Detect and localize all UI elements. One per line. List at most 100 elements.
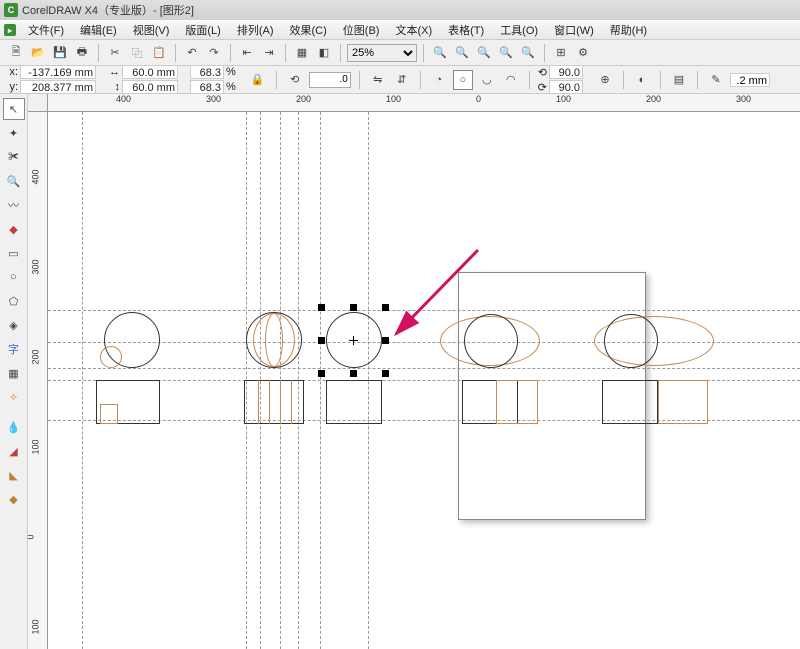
app-launcher-icon[interactable]: ▦ <box>292 43 312 63</box>
ellipse-tool-icon[interactable]: ○ <box>3 266 25 288</box>
rect-shape[interactable] <box>244 380 304 424</box>
menu-window[interactable]: 窗口(W) <box>546 20 602 40</box>
text-tool-icon[interactable]: 字 <box>3 338 25 360</box>
pick-tool-icon[interactable]: ↖ <box>3 98 25 120</box>
shape-tool-icon[interactable]: ✦ <box>3 122 25 144</box>
sx-value[interactable]: 68.3 <box>190 65 224 79</box>
ruler-tick: 100 <box>556 94 571 104</box>
selection-center[interactable] <box>350 337 357 344</box>
rect-shape[interactable] <box>602 380 658 424</box>
direction-icon[interactable]: ⊕ <box>595 70 615 90</box>
zoom-tool-icon[interactable]: 🔍 <box>3 170 25 192</box>
menu-tools[interactable]: 工具(O) <box>492 20 546 40</box>
angle1-value[interactable]: 90.0 <box>549 65 583 79</box>
selection-handle-sw[interactable] <box>318 370 325 377</box>
options-icon[interactable]: ⚙ <box>573 43 593 63</box>
selection-handle-nw[interactable] <box>318 304 325 311</box>
selection-handle-w[interactable] <box>318 337 325 344</box>
lock-ratio-icon[interactable]: 🔒 <box>248 70 268 90</box>
circle-shape[interactable] <box>246 312 302 368</box>
menu-help[interactable]: 帮助(H) <box>602 20 655 40</box>
small-rect-shape[interactable] <box>100 404 118 424</box>
rect-shape[interactable] <box>326 380 382 424</box>
menu-arrange[interactable]: 排列(A) <box>229 20 282 40</box>
wrap-icon[interactable]: ◐ <box>632 70 652 90</box>
x-value[interactable]: -137.169 mm <box>20 65 96 79</box>
cut-icon[interactable]: ✂ <box>105 43 125 63</box>
import-icon[interactable]: ⇤ <box>237 43 257 63</box>
freehand-tool-icon[interactable]: 〰 <box>3 194 25 216</box>
ruler-horizontal[interactable]: 400 300 200 100 0 100 200 300 400 <box>48 94 800 112</box>
small-circle-shape[interactable] <box>100 346 122 368</box>
smartfill-tool-icon[interactable]: ◆ <box>3 218 25 240</box>
rotate-icon[interactable]: ⟲ <box>285 70 305 90</box>
menu-table[interactable]: 表格(T) <box>440 20 492 40</box>
guide-line[interactable] <box>82 112 83 649</box>
menu-text[interactable]: 文本(X) <box>387 20 440 40</box>
y-value[interactable]: 208.377 mm <box>20 80 96 94</box>
fill-tool-icon[interactable]: ◣ <box>3 464 25 486</box>
sy-value[interactable]: 68.3 <box>190 80 224 94</box>
rect-shape[interactable] <box>658 380 708 424</box>
zoom-in-icon[interactable]: 🔍 <box>430 43 450 63</box>
h-value[interactable]: 60.0 mm <box>122 80 178 94</box>
ellipse-mode-icon[interactable]: ○ <box>453 70 473 90</box>
zoom-select[interactable]: 25% <box>347 44 417 62</box>
zoom-fit-icon[interactable]: 🔍 <box>496 43 516 63</box>
guide-line[interactable] <box>320 112 321 649</box>
copy-icon[interactable]: ⿻ <box>127 43 147 63</box>
table-tool-icon[interactable]: ▦ <box>3 362 25 384</box>
menu-layout[interactable]: 版面(L) <box>177 20 228 40</box>
basic-shapes-icon[interactable]: ◈ <box>3 314 25 336</box>
welcome-icon[interactable]: ◧ <box>314 43 334 63</box>
menu-effects[interactable]: 效果(C) <box>282 20 335 40</box>
print-icon[interactable]: 🖶 <box>72 43 92 63</box>
menu-file[interactable]: 文件(F) <box>20 20 72 40</box>
selection-handle-s[interactable] <box>350 370 357 377</box>
outline-pen-icon[interactable]: ✎ <box>706 70 726 90</box>
angle2-value[interactable]: 90.0 <box>549 80 583 94</box>
export-icon[interactable]: ⇥ <box>259 43 279 63</box>
ruler-corner[interactable] <box>28 94 48 112</box>
redo-icon[interactable]: ↷ <box>204 43 224 63</box>
menu-view[interactable]: 视图(V) <box>125 20 178 40</box>
title-bar: C CorelDRAW X4（专业版）- [图形2] <box>0 0 800 20</box>
menu-bitmap[interactable]: 位图(B) <box>335 20 388 40</box>
interactive-tool-icon[interactable]: ✧ <box>3 386 25 408</box>
paste-icon[interactable]: 📋 <box>149 43 169 63</box>
rect-shape[interactable] <box>496 380 538 424</box>
eyedropper-tool-icon[interactable]: 💧 <box>3 416 25 438</box>
polygon-tool-icon[interactable]: ⬠ <box>3 290 25 312</box>
undo-icon[interactable]: ↶ <box>182 43 202 63</box>
arc-icon[interactable]: ◡ <box>477 70 497 90</box>
guide-line[interactable] <box>48 368 800 369</box>
new-icon[interactable]: 🗎 <box>6 43 26 63</box>
w-value[interactable]: 60.0 mm <box>122 65 178 79</box>
rect-shape[interactable] <box>280 380 292 424</box>
selection-handle-se[interactable] <box>382 370 389 377</box>
pie-icon[interactable]: ◔ <box>429 70 449 90</box>
zoom-out-icon[interactable]: 🔍 <box>452 43 472 63</box>
menu-edit[interactable]: 编辑(E) <box>72 20 125 40</box>
selection-handle-n[interactable] <box>350 304 357 311</box>
save-icon[interactable]: 💾 <box>50 43 70 63</box>
interactive-fill-icon[interactable]: ◆ <box>3 488 25 510</box>
outline-width[interactable]: .2 mm <box>730 73 770 87</box>
ruler-vertical[interactable]: 400 300 200 100 0 100 <box>28 112 48 649</box>
arc2-icon[interactable]: ◠ <box>501 70 521 90</box>
rectangle-tool-icon[interactable]: ▭ <box>3 242 25 264</box>
zoom-page-icon[interactable]: 🔍 <box>474 43 494 63</box>
crop-tool-icon[interactable]: ✀ <box>3 146 25 168</box>
mirror-v-icon[interactable]: ⇵ <box>392 70 412 90</box>
open-icon[interactable]: 📂 <box>28 43 48 63</box>
canvas[interactable] <box>48 112 800 649</box>
outline-tool-icon[interactable]: ◢ <box>3 440 25 462</box>
front-icon[interactable]: ▤ <box>669 70 689 90</box>
snap-icon[interactable]: ⊞ <box>551 43 571 63</box>
rect-shape[interactable] <box>258 380 270 424</box>
circle-shape[interactable] <box>604 314 658 368</box>
zoom-all-icon[interactable]: 🔍 <box>518 43 538 63</box>
mirror-h-icon[interactable]: ⇋ <box>368 70 388 90</box>
rotation-input[interactable] <box>309 72 351 88</box>
ruler-tick: 100 <box>386 94 401 104</box>
